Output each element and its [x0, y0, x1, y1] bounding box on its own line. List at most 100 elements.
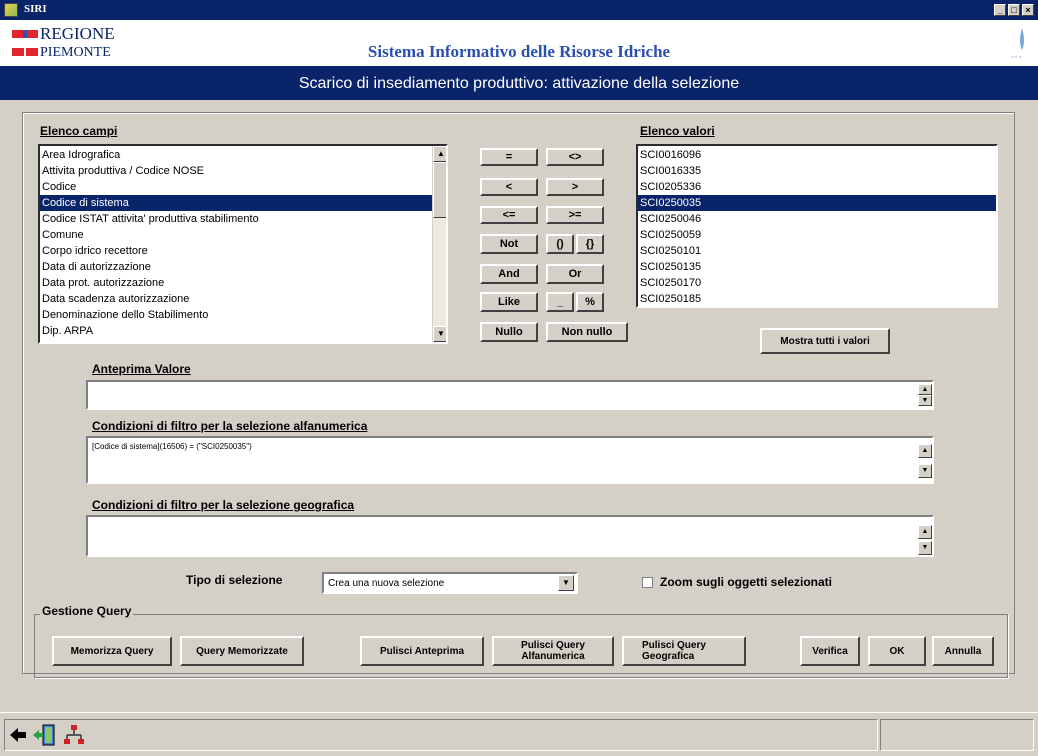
scroll-down-icon[interactable]: ▼: [918, 464, 932, 478]
clear-geo-line2: Geografica: [642, 651, 695, 662]
status-bar: [0, 712, 1038, 756]
maximize-button[interactable]: □: [1008, 4, 1020, 16]
field-list-item[interactable]: Area Idrografica: [40, 147, 432, 163]
alpha-filter-value: [Codice di sistema](16506) = ("SCI025003…: [92, 442, 252, 451]
ok-button[interactable]: OK: [868, 636, 926, 666]
clear-preview-button[interactable]: Pulisci Anteprima: [360, 636, 484, 666]
fields-label: Elenco campi: [40, 124, 118, 138]
flag-icon: [12, 29, 38, 38]
selection-type-value: Crea una nuova selezione: [328, 578, 445, 589]
field-list-item[interactable]: Data scadenza autorizzazione: [40, 291, 432, 307]
show-all-values-button[interactable]: Mostra tutti i valori: [760, 328, 890, 354]
title-bar: SIRI _ □ ×: [0, 0, 1038, 20]
scroll-up-icon[interactable]: ▲: [433, 146, 446, 162]
status-panel-right: [880, 719, 1034, 751]
field-list-item[interactable]: Codice ISTAT attivita' produttiva stabil…: [40, 211, 432, 227]
window-title: SIRI: [24, 3, 47, 15]
query-group-label: Gestione Query: [40, 604, 134, 618]
app-header: REGIONE PIEMONTE Sistema Informativo del…: [0, 20, 1038, 66]
close-button[interactable]: ×: [1022, 4, 1034, 16]
app-icon: [4, 3, 18, 17]
subtitle-bar: Scarico di insediamento produttivo: atti…: [0, 66, 1038, 100]
field-list-item[interactable]: Codice: [40, 179, 432, 195]
op-like-button[interactable]: Like: [480, 292, 538, 312]
app-title: Sistema Informativo delle Risorse Idrich…: [367, 42, 671, 61]
scroll-thumb[interactable]: [433, 162, 446, 218]
value-list-item[interactable]: SCI0250059: [638, 227, 996, 243]
value-list-item[interactable]: SCI0205336: [638, 179, 996, 195]
selection-type-select[interactable]: Crea una nuova selezione ▼: [322, 572, 578, 594]
back-arrow-icon[interactable]: [8, 725, 28, 745]
chevron-down-icon[interactable]: ▼: [558, 575, 574, 591]
op-percent-button[interactable]: %: [576, 292, 604, 312]
scroll-up-icon[interactable]: ▲: [918, 525, 932, 539]
values-list-items: SCI0016096 SCI0016335 SCI0205336 SCI0250035…: [638, 147, 996, 306]
op-or-button[interactable]: Or: [546, 264, 604, 284]
alpha-filter-label: Condizioni di filtro per la selezione al…: [92, 419, 368, 433]
scroll-up-icon[interactable]: ▲: [918, 384, 932, 395]
status-panel: [4, 719, 878, 751]
field-list-item[interactable]: Data prot. autorizzazione: [40, 275, 432, 291]
logo-line1: REGIONE: [40, 24, 115, 43]
field-list-item[interactable]: Dip. ARPA: [40, 323, 432, 339]
clear-alpha-line2: Alfanumerica: [521, 651, 585, 662]
clear-geo-query-button[interactable]: Pulisci Query Geografica: [622, 636, 746, 666]
scroll-up-icon[interactable]: ▲: [918, 444, 932, 458]
op-greater-equal-button[interactable]: >=: [546, 206, 604, 224]
scroll-down-icon[interactable]: ▼: [433, 326, 446, 342]
op-not-button[interactable]: Not: [480, 234, 538, 254]
preview-textbox[interactable]: ▲ ▼: [86, 380, 934, 410]
save-query-button[interactable]: Memorizza Query: [52, 636, 172, 666]
value-list-item[interactable]: SCI0250101: [638, 243, 996, 259]
fields-scrollbar[interactable]: ▲ ▼: [432, 146, 446, 342]
zoom-checkbox[interactable]: [642, 577, 653, 588]
op-greater-button[interactable]: >: [546, 178, 604, 196]
values-label: Elenco valori: [640, 124, 715, 138]
clear-alpha-line1: Pulisci Query: [521, 640, 585, 651]
op-less-button[interactable]: <: [480, 178, 538, 196]
geo-filter-label: Condizioni di filtro per la selezione ge…: [92, 498, 355, 512]
op-equals-button[interactable]: =: [480, 148, 538, 166]
op-parens-button[interactable]: (): [546, 234, 574, 254]
scroll-down-icon[interactable]: ▼: [918, 395, 932, 406]
op-less-equal-button[interactable]: <=: [480, 206, 538, 224]
value-list-item[interactable]: SCI0250035: [638, 195, 996, 211]
minimize-button[interactable]: _: [994, 4, 1006, 16]
cancel-button[interactable]: Annulla: [932, 636, 994, 666]
value-list-item[interactable]: SCI0016096: [638, 147, 996, 163]
zoom-label: Zoom sugli oggetti selezionati: [660, 575, 833, 589]
exit-door-icon[interactable]: [32, 723, 56, 747]
clear-alpha-query-button[interactable]: Pulisci Query Alfanumerica: [492, 636, 614, 666]
op-braces-button[interactable]: {}: [576, 234, 604, 254]
op-and-button[interactable]: And: [480, 264, 538, 284]
saved-queries-button[interactable]: Query Memorizzate: [180, 636, 304, 666]
value-list-item[interactable]: SCI0016335: [638, 163, 996, 179]
network-tree-icon[interactable]: [62, 723, 86, 747]
geo-filter-textbox[interactable]: ▲ ▼: [86, 515, 934, 557]
fields-list-items: Area Idrografica Attivita produttiva / Co…: [40, 147, 432, 339]
field-list-item[interactable]: Codice di sistema: [40, 195, 432, 211]
field-list-item[interactable]: Attivita produttiva / Codice NOSE: [40, 163, 432, 179]
field-list-item[interactable]: Denominazione dello Stabilimento: [40, 307, 432, 323]
field-list-item[interactable]: Data di autorizzazione: [40, 259, 432, 275]
verify-button[interactable]: Verifica: [800, 636, 860, 666]
page-subtitle: Scarico di insediamento produttivo: atti…: [298, 75, 740, 92]
values-listbox[interactable]: SCI0016096 SCI0016335 SCI0205336 SCI0250035…: [636, 144, 998, 308]
value-list-item[interactable]: SCI0250170: [638, 275, 996, 291]
op-not-null-button[interactable]: Non nullo: [546, 322, 628, 342]
field-list-item[interactable]: Comune: [40, 227, 432, 243]
scroll-down-icon[interactable]: ▼: [918, 541, 932, 555]
clear-geo-line1: Pulisci Query: [642, 640, 706, 651]
op-not-equals-button[interactable]: <>: [546, 148, 604, 166]
value-list-item[interactable]: SCI0250185: [638, 291, 996, 306]
value-list-item[interactable]: SCI0250135: [638, 259, 996, 275]
svg-text:◦◦◦: ◦◦◦: [1011, 54, 1022, 61]
alpha-filter-textbox[interactable]: [Codice di sistema](16506) = ("SCI025003…: [86, 436, 934, 484]
field-list-item[interactable]: Corpo idrico recettore: [40, 243, 432, 259]
fields-listbox[interactable]: Area Idrografica Attivita produttiva / Co…: [38, 144, 448, 344]
selection-type-label: Tipo di selezione: [186, 573, 283, 587]
water-drop-logo-icon: ◦◦◦: [1008, 24, 1036, 62]
value-list-item[interactable]: SCI0250046: [638, 211, 996, 227]
op-underscore-button[interactable]: _: [546, 292, 574, 312]
op-null-button[interactable]: Nullo: [480, 322, 538, 342]
